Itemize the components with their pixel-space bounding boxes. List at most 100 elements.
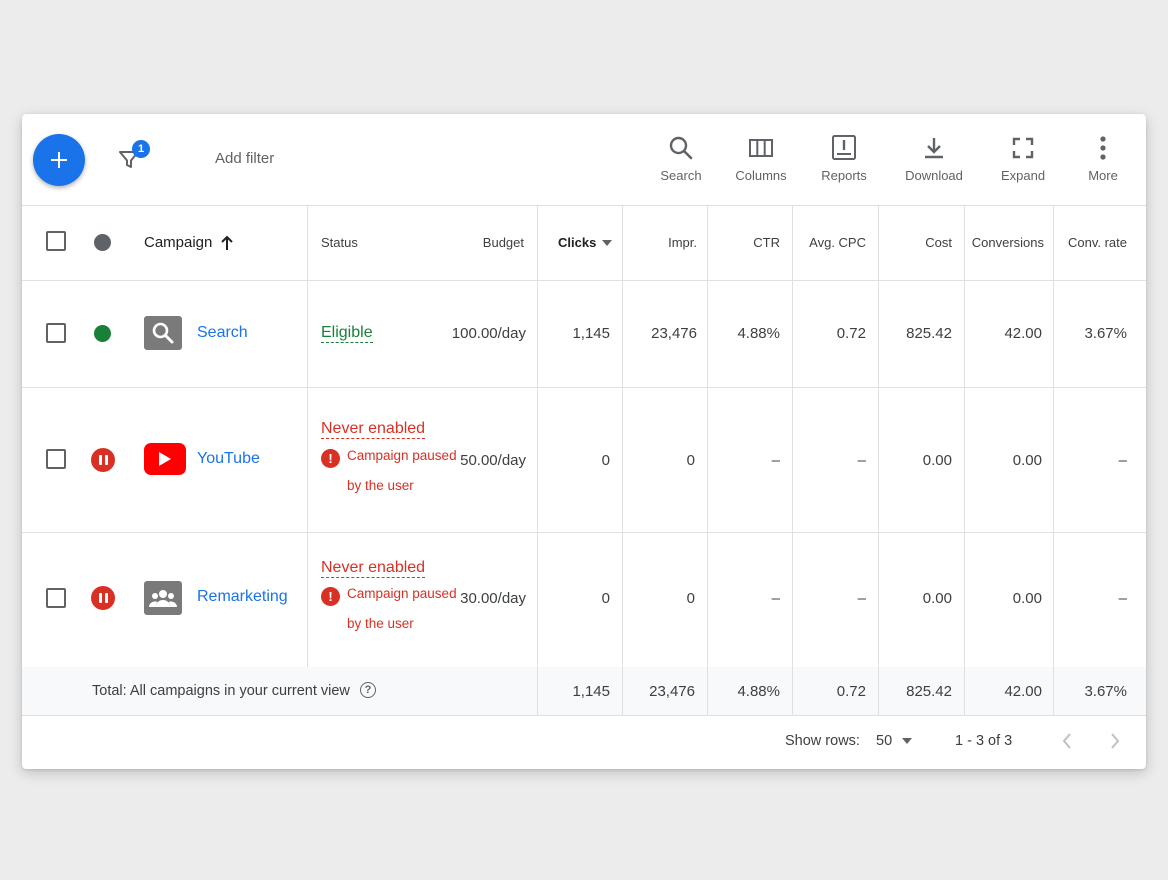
previous-page-button[interactable]: [1056, 729, 1078, 753]
impr-cell: 0: [686, 589, 695, 607]
columns-tool-label: Columns: [735, 168, 787, 183]
conv-rate-cell: 3.67%: [1084, 324, 1127, 342]
status-never-enabled[interactable]: Never enabled: [321, 420, 426, 439]
total-ctr: 4.88%: [737, 682, 780, 700]
impr-cell: 23,476: [651, 324, 697, 342]
clicks-header-label: Clicks: [558, 235, 597, 250]
chevron-down-icon: [902, 738, 913, 744]
more-tool-button[interactable]: More: [1082, 132, 1124, 188]
more-vert-icon: [1100, 136, 1106, 160]
ctr-cell: –: [771, 451, 780, 469]
expand-tool-label: Expand: [1000, 168, 1046, 183]
sort-ascending-icon: [221, 235, 234, 250]
total-label: Total: All campaigns in your current vie…: [92, 683, 350, 699]
download-icon: [925, 138, 943, 159]
conversions-cell: 0.00: [1012, 589, 1042, 607]
columns-icon: [749, 139, 773, 157]
more-tool-label: More: [1088, 168, 1118, 183]
total-avg-cpc: 0.72: [836, 682, 866, 700]
search-icon: [669, 136, 693, 160]
avg-cpc-cell: –: [857, 451, 866, 469]
remarketing-campaign-icon: [144, 581, 182, 615]
select-all-checkbox[interactable]: [46, 231, 66, 251]
search-icon: [152, 322, 174, 344]
search-tool-label: Search: [660, 168, 702, 183]
budget-cell: 30.00/day: [460, 589, 526, 607]
campaign-link-search[interactable]: Search: [197, 324, 248, 342]
avg-cpc-column-header[interactable]: Avg. CPC: [792, 205, 866, 280]
rows-per-page-select[interactable]: 50: [876, 730, 913, 752]
impr-cell: 0: [686, 451, 695, 469]
total-conversions: 42.00: [1004, 682, 1042, 700]
campaign-column-header[interactable]: Campaign: [144, 205, 234, 280]
chevron-left-icon: [1062, 733, 1071, 749]
clicks-cell: 0: [601, 589, 610, 607]
status-filter-dot[interactable]: [94, 234, 111, 251]
download-tool-label: Download: [905, 168, 963, 183]
budget-column-header[interactable]: Budget: [442, 205, 524, 280]
campaign-link-youtube[interactable]: YouTube: [197, 450, 260, 468]
budget-cell: 100.00/day: [451, 324, 526, 342]
sort-descending-icon: [602, 239, 613, 246]
add-filter-input[interactable]: Add filter: [215, 150, 274, 167]
impr-column-header[interactable]: Impr.: [622, 205, 697, 280]
campaigns-table-card: 1 Add filter Search Columns Reports Down…: [22, 114, 1146, 769]
ctr-cell: 4.88%: [737, 324, 780, 342]
status-never-enabled[interactable]: Never enabled: [321, 559, 426, 578]
show-rows-label: Show rows:: [785, 733, 860, 749]
row-checkbox[interactable]: [46, 449, 66, 469]
paused-status-icon[interactable]: [91, 448, 115, 472]
divider: [22, 387, 1146, 388]
next-page-button[interactable]: [1104, 729, 1126, 753]
cost-cell: 0.00: [922, 589, 952, 607]
people-group-icon: [149, 590, 177, 607]
reports-tool-button[interactable]: Reports: [816, 132, 872, 188]
cost-column-header[interactable]: Cost: [878, 205, 952, 280]
campaign-header-label: Campaign: [144, 234, 213, 251]
avg-cpc-cell: 0.72: [836, 324, 866, 342]
search-tool-button[interactable]: Search: [656, 132, 706, 188]
total-impr: 23,476: [649, 682, 695, 700]
enabled-status-dot: [94, 325, 111, 342]
divider: [22, 715, 1146, 716]
help-icon[interactable]: ?: [360, 682, 376, 698]
divider: [22, 532, 1146, 533]
rows-per-page-value: 50: [876, 733, 893, 749]
row-checkbox[interactable]: [46, 323, 66, 343]
conv-rate-cell: –: [1118, 451, 1127, 469]
status-column-header[interactable]: Status: [321, 205, 358, 280]
ctr-column-header[interactable]: CTR: [707, 205, 780, 280]
clicks-column-header[interactable]: Clicks: [558, 205, 613, 280]
divider: [22, 280, 1146, 281]
total-cost: 825.42: [906, 682, 952, 700]
conversions-column-header[interactable]: Conversions: [964, 205, 1044, 280]
search-campaign-icon: [144, 316, 182, 350]
error-icon: !: [321, 449, 340, 468]
budget-cell: 50.00/day: [460, 451, 526, 469]
download-tool-button[interactable]: Download: [902, 132, 966, 188]
error-icon: !: [321, 587, 340, 606]
column-divider: [307, 205, 308, 667]
columns-tool-button[interactable]: Columns: [732, 132, 790, 188]
conversions-cell: 42.00: [1004, 324, 1042, 342]
reports-tool-label: Reports: [821, 168, 867, 183]
status-eligible[interactable]: Eligible: [321, 324, 373, 343]
conversions-cell: 0.00: [1012, 451, 1042, 469]
expand-tool-button[interactable]: Expand: [998, 132, 1048, 188]
row-checkbox[interactable]: [46, 588, 66, 608]
add-campaign-button[interactable]: [33, 134, 85, 186]
play-icon: [159, 452, 171, 466]
clicks-cell: 0: [601, 451, 610, 469]
paused-status-icon[interactable]: [91, 586, 115, 610]
cost-cell: 0.00: [922, 451, 952, 469]
chevron-right-icon: [1111, 733, 1120, 749]
plus-icon: [51, 152, 67, 168]
reports-icon: [832, 135, 856, 160]
campaign-link-remarketing[interactable]: Remarketing: [197, 588, 288, 606]
total-clicks: 1,145: [572, 682, 610, 700]
conv-rate-column-header[interactable]: Conv. rate: [1053, 205, 1127, 280]
youtube-campaign-icon: [144, 443, 186, 475]
filter-count-badge: 1: [132, 140, 150, 158]
page-range: 1 - 3 of 3: [955, 733, 1013, 749]
expand-icon: [1012, 137, 1034, 159]
